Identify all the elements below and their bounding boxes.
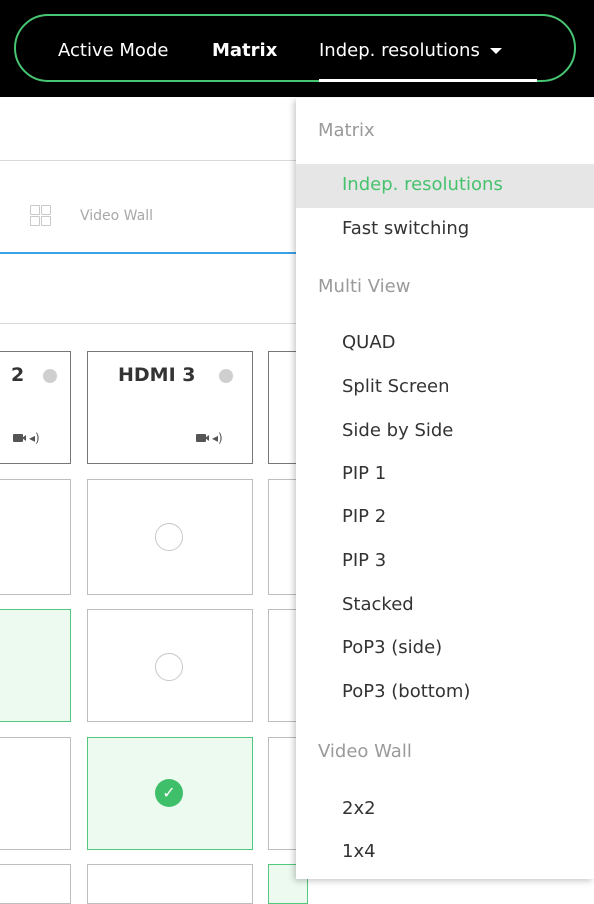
menu-header-multi-view: Multi View (318, 276, 411, 297)
menu-item-pop3-side[interactable]: PoP3 (side) (296, 627, 594, 671)
menu-item-fast-switching[interactable]: Fast switching (296, 208, 594, 252)
menu-item-pop3-bottom[interactable]: PoP3 (bottom) (296, 671, 594, 715)
speaker-icon: ◂) (29, 430, 40, 445)
matrix-cell[interactable] (87, 864, 253, 904)
video-camera-icon (13, 433, 26, 442)
menu-item-stacked[interactable]: Stacked (296, 584, 594, 628)
chevron-down-icon (489, 48, 502, 54)
menu-item-pip-3[interactable]: PIP 3 (296, 540, 594, 584)
top-bar: Active Mode Matrix Indep. resolutions (0, 0, 594, 97)
matrix-cell[interactable] (0, 737, 71, 850)
menu-item-indep-resolutions[interactable]: Indep. resolutions (296, 164, 594, 208)
check-circle-icon: ✓ (155, 779, 183, 807)
current-mode-label: Matrix (212, 40, 278, 61)
resolution-mode-dropdown[interactable]: Indep. resolutions (319, 40, 502, 61)
tab-video-wall-label: Video Wall (80, 208, 153, 224)
menu-item-pip-1[interactable]: PIP 1 (296, 453, 594, 497)
menu-item-2x2[interactable]: 2x2 (296, 788, 594, 832)
mode-dropdown-menu: Matrix Indep. resolutions Fast switching… (296, 98, 594, 879)
input-header-2[interactable]: 2 ◂) (0, 351, 71, 464)
menu-item-side-by-side[interactable]: Side by Side (296, 410, 594, 454)
input-name: 2 (11, 364, 25, 386)
matrix-cell-active[interactable] (0, 609, 71, 722)
grid-icon (30, 205, 52, 227)
input-name: HDMI 3 (118, 364, 196, 386)
matrix-cell[interactable] (0, 479, 71, 595)
dropdown-underline (319, 79, 537, 82)
av-icons: ◂) (13, 430, 40, 445)
av-icons: ◂) (196, 430, 223, 445)
menu-item-quad[interactable]: QUAD (296, 322, 594, 366)
radio-unselected-icon (155, 653, 183, 681)
divider (0, 323, 300, 324)
matrix-cell[interactable] (87, 479, 253, 595)
menu-header-video-wall: Video Wall (318, 741, 412, 762)
speaker-icon: ◂) (212, 430, 223, 445)
matrix-cell[interactable] (0, 864, 71, 904)
status-dot (219, 369, 233, 383)
matrix-cell-selected[interactable]: ✓ (87, 737, 253, 850)
menu-item-split-screen[interactable]: Split Screen (296, 366, 594, 410)
status-dot (43, 369, 57, 383)
menu-item-1x4[interactable]: 1x4 (296, 831, 594, 875)
menu-item-pip-2[interactable]: PIP 2 (296, 496, 594, 540)
divider (0, 160, 300, 161)
matrix-cell[interactable] (87, 609, 253, 722)
menu-header-matrix: Matrix (318, 120, 375, 141)
tab-underline (0, 252, 300, 254)
active-mode-label: Active Mode (58, 40, 169, 61)
resolution-mode-value: Indep. resolutions (319, 40, 480, 61)
radio-unselected-icon (155, 523, 183, 551)
input-header-hdmi3[interactable]: HDMI 3 ◂) (87, 351, 253, 464)
video-camera-icon (196, 433, 209, 442)
